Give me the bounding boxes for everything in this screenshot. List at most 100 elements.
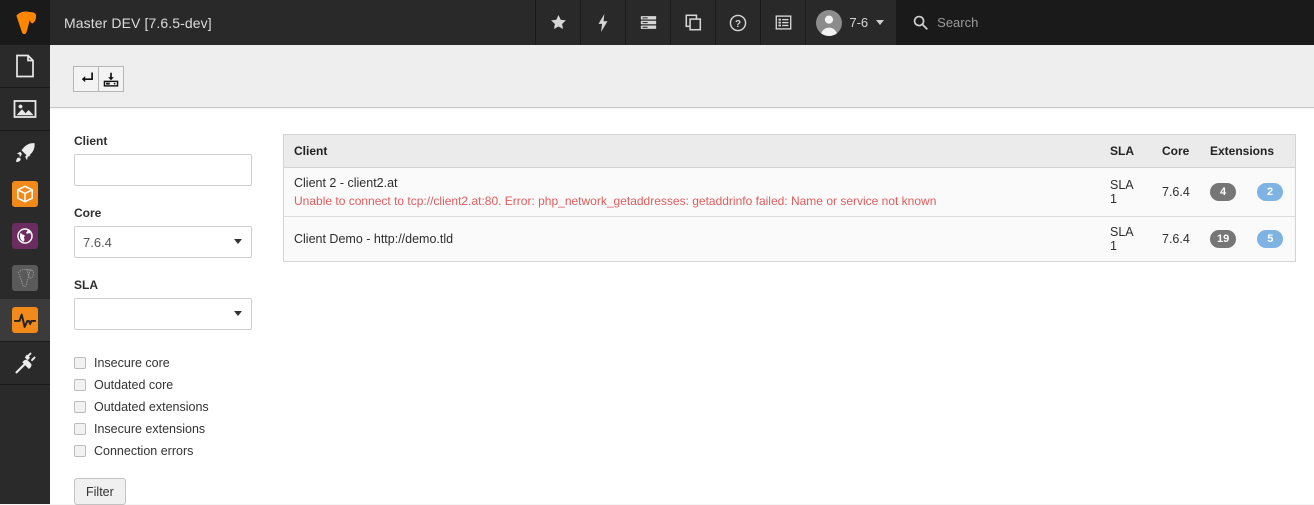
client-name: Client 2 - client2.at (294, 176, 398, 190)
checkbox-box-icon[interactable] (74, 445, 86, 457)
save-button[interactable] (98, 66, 124, 92)
bolt-icon (598, 13, 608, 32)
doc-header (50, 45, 1314, 108)
column-header-sla[interactable]: SLA (1100, 134, 1152, 168)
module-group-web (0, 45, 50, 88)
checkbox-connection-errors[interactable]: Connection errors (74, 444, 254, 458)
doc-header-buttons (50, 45, 1314, 92)
monitoring-tile (12, 307, 38, 333)
badge-extensions-updates[interactable]: 2 (1257, 183, 1283, 201)
sidebar-item-upgrade[interactable] (0, 131, 50, 173)
badge-extensions-total[interactable]: 4 (1210, 183, 1236, 201)
extensions-tile (12, 181, 38, 207)
clipboard-button[interactable] (670, 0, 715, 45)
package-box-icon (17, 185, 33, 203)
typo3-logo[interactable] (0, 0, 50, 45)
module-group-file (0, 88, 50, 131)
checkbox-box-icon[interactable] (74, 401, 86, 413)
module-group-tools (0, 131, 50, 342)
top-toolbar: Master DEV [7.6.5-dev] ? 7-6 Search (0, 0, 1314, 45)
content-area: Client Core 7.6.4 SLA Insecure core Outd… (50, 109, 1314, 505)
checkbox-outdated-extensions[interactable]: Outdated extensions (74, 400, 254, 414)
module-group-plugins (0, 342, 50, 385)
chevron-down-icon (234, 311, 242, 316)
column-header-client[interactable]: Client (284, 134, 1100, 168)
user-menu[interactable]: 7-6 (805, 0, 896, 45)
user-avatar-icon (820, 15, 838, 36)
cell-core: 7.6.4 (1152, 167, 1200, 217)
help-button[interactable]: ? (715, 0, 760, 45)
sla-select[interactable] (74, 298, 252, 330)
search-input[interactable]: Search (937, 15, 978, 30)
toolbar-icon-group: ? 7-6 (535, 0, 897, 45)
cell-sla: SLA 1 (1100, 216, 1152, 261)
back-button[interactable] (73, 66, 99, 92)
checkbox-box-icon[interactable] (74, 423, 86, 435)
client-field-label: Client (74, 134, 108, 148)
server-icon (640, 16, 657, 29)
core-field-label: Core (74, 206, 102, 220)
badge-extensions-updates[interactable]: 5 (1257, 230, 1284, 248)
typo3-module-tile (12, 265, 38, 291)
cell-client: Client 2 - client2.at Unable to connect … (284, 167, 1100, 217)
bookmarks-button[interactable] (535, 0, 580, 45)
question-circle-icon: ? (730, 14, 747, 31)
caret-down-icon (876, 20, 885, 25)
search-icon (913, 15, 928, 30)
client-input[interactable] (74, 154, 252, 186)
sidebar-item-page[interactable] (0, 45, 50, 87)
image-icon (13, 100, 37, 118)
module-menu (0, 45, 50, 504)
column-header-core[interactable]: Core (1152, 134, 1200, 168)
sidebar-item-extensions[interactable] (0, 173, 50, 215)
filter-panel: Client Core 7.6.4 SLA Insecure core Outd… (74, 134, 254, 505)
avatar (816, 9, 843, 36)
sidebar-item-languages[interactable] (0, 215, 50, 257)
plug-icon (14, 352, 35, 373)
clients-table: Client SLA Core Extensions Client 2 - cl… (283, 134, 1296, 262)
checkbox-label: Insecure extensions (94, 422, 206, 436)
extension-badges: 4 2 (1210, 183, 1285, 201)
sidebar-item-typo3-module[interactable] (0, 257, 50, 299)
copy-icon (685, 14, 701, 31)
checkbox-insecure-extensions[interactable]: Insecure extensions (74, 422, 254, 436)
checkbox-label: Outdated extensions (94, 400, 209, 414)
sidebar-item-monitoring[interactable] (0, 299, 50, 341)
system-information-button[interactable] (625, 0, 670, 45)
core-select-value: 7.6.4 (83, 234, 112, 250)
column-header-extensions[interactable]: Extensions (1200, 134, 1295, 168)
table-row[interactable]: Client 2 - client2.at Unable to connect … (284, 167, 1295, 217)
checkbox-box-icon[interactable] (74, 357, 86, 369)
typo3-outline-icon (17, 269, 34, 287)
pulse-icon (14, 313, 36, 328)
checkbox-label: Outdated core (94, 378, 174, 392)
save-download-icon (103, 72, 119, 87)
sla-field-label: SLA (74, 278, 98, 292)
search-box[interactable]: Search (896, 0, 1314, 45)
cell-core: 7.6.4 (1152, 216, 1200, 261)
page-icon (16, 54, 34, 78)
table-row[interactable]: Client Demo - http://demo.tld SLA 1 7.6.… (284, 216, 1295, 261)
cell-sla: SLA 1 (1100, 167, 1152, 217)
flash-messages-button[interactable] (580, 0, 625, 45)
workspaces-button[interactable] (760, 0, 805, 45)
cell-client: Client Demo - http://demo.tld (284, 216, 1100, 261)
badge-extensions-total[interactable]: 19 (1210, 230, 1237, 248)
connection-error-message: Unable to connect to tcp://client2.at:80… (294, 194, 937, 208)
checkbox-label: Connection errors (94, 444, 194, 458)
core-select[interactable]: 7.6.4 (74, 226, 252, 258)
filter-checkbox-group: Insecure core Outdated core Outdated ext… (74, 356, 254, 458)
checkbox-insecure-core[interactable]: Insecure core (74, 356, 254, 370)
cell-extensions: 19 5 (1200, 216, 1295, 261)
svg-text:?: ? (735, 18, 741, 29)
sidebar-item-plugins[interactable] (0, 342, 50, 384)
client-name: Client Demo - http://demo.tld (294, 232, 454, 246)
chevron-down-icon (234, 239, 242, 244)
list-alt-icon (775, 15, 792, 30)
extension-badges: 19 5 (1210, 230, 1285, 248)
checkbox-outdated-core[interactable]: Outdated core (74, 378, 254, 392)
checkbox-box-icon[interactable] (74, 379, 86, 391)
table-header-row: Client SLA Core Extensions (284, 134, 1295, 168)
filter-submit-button[interactable]: Filter (74, 478, 126, 505)
sidebar-item-filelist[interactable] (0, 88, 50, 130)
